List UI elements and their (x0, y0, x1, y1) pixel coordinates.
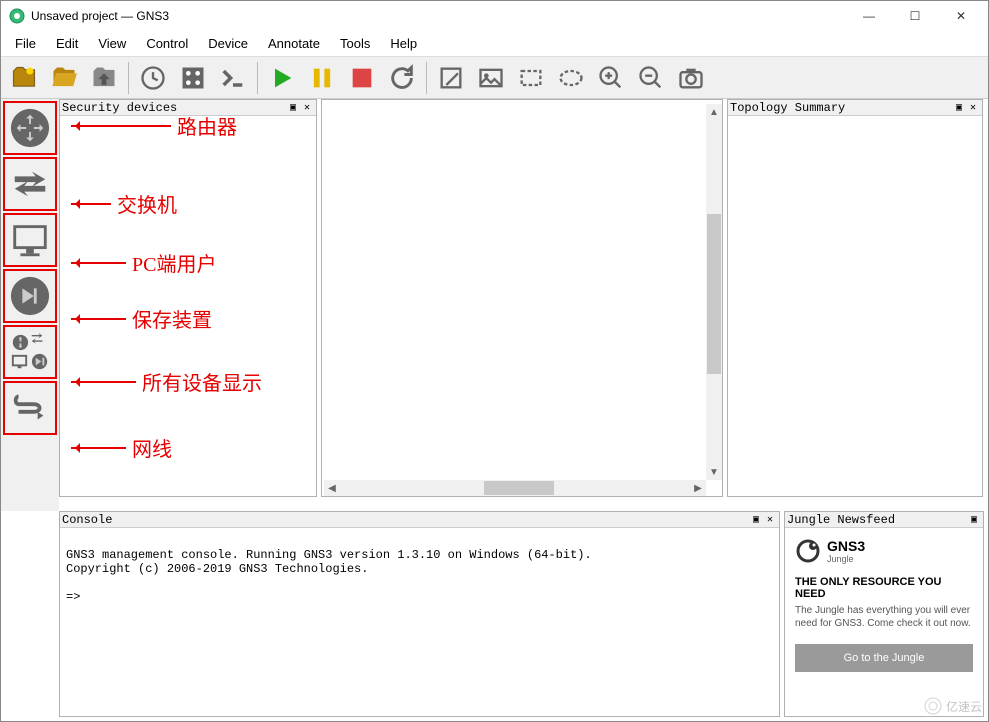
security-panel-title: Security devices (62, 101, 286, 115)
stop-button[interactable] (343, 59, 381, 97)
titlebar: Unsaved project — GNS3 — ☐ ✕ (1, 1, 988, 31)
zoom-in-button[interactable] (592, 59, 630, 97)
clock-button[interactable] (134, 59, 172, 97)
panel-close-icon[interactable]: ✕ (300, 101, 314, 115)
routers-button[interactable] (3, 101, 57, 155)
console-output[interactable]: GNS3 management console. Running GNS3 ve… (60, 528, 779, 624)
maximize-button[interactable]: ☐ (892, 1, 938, 31)
canvas-panel[interactable]: ▲ ▼ ◀ ▶ (321, 99, 723, 497)
scrollbar-horizontal[interactable]: ◀ ▶ (324, 480, 706, 496)
minimize-button[interactable]: — (846, 1, 892, 31)
newsfeed-panel: Jungle Newsfeed ▣ GNS3 Jungle THE ONLY R… (784, 511, 984, 717)
reload-button[interactable] (383, 59, 421, 97)
window-title: Unsaved project — GNS3 (31, 9, 846, 23)
close-button[interactable]: ✕ (938, 1, 984, 31)
panel-float-icon[interactable]: ▣ (749, 513, 763, 527)
scrollbar-vertical[interactable]: ▲ ▼ (706, 104, 722, 480)
menu-help[interactable]: Help (380, 33, 427, 54)
go-to-jungle-button[interactable]: Go to the Jungle (795, 644, 973, 672)
app-icon (9, 8, 25, 24)
switches-button[interactable] (3, 157, 57, 211)
panel-float-icon[interactable]: ▣ (286, 101, 300, 115)
jungle-logo: GNS3 Jungle (795, 538, 973, 564)
menu-device[interactable]: Device (198, 33, 258, 54)
panel-float-icon[interactable]: ▣ (952, 101, 966, 115)
menu-control[interactable]: Control (136, 33, 198, 54)
security-devices-panel: Security devices ▣ ✕ (59, 99, 317, 497)
menu-annotate[interactable]: Annotate (258, 33, 330, 54)
newsfeed-heading: THE ONLY RESOURCE YOU NEED (795, 576, 973, 600)
device-toolbar (1, 99, 59, 511)
workarea: Security devices ▣ ✕ ▲ ▼ ◀ ▶ Topology Su… (1, 99, 988, 511)
security-devices-button[interactable] (3, 269, 57, 323)
watermark: 亿速云 (924, 697, 982, 715)
panel-float-icon[interactable]: ▣ (967, 513, 981, 527)
topology-summary-panel: Topology Summary ▣ ✕ (727, 99, 983, 497)
toolbar (1, 57, 988, 99)
topology-panel-title: Topology Summary (730, 101, 952, 115)
annotate-note-button[interactable] (432, 59, 470, 97)
console-button[interactable] (214, 59, 252, 97)
new-project-button[interactable] (5, 59, 43, 97)
menu-edit[interactable]: Edit (46, 33, 88, 54)
screenshot-button[interactable] (672, 59, 710, 97)
menu-file[interactable]: File (5, 33, 46, 54)
annotate-image-button[interactable] (472, 59, 510, 97)
save-project-button[interactable] (85, 59, 123, 97)
console-panel: Console ▣ ✕ GNS3 management console. Run… (59, 511, 780, 717)
snapshot-button[interactable] (174, 59, 212, 97)
console-panel-title: Console (62, 513, 749, 527)
newsfeed-text: The Jungle has everything you will ever … (795, 604, 973, 630)
annotate-ellipse-button[interactable] (552, 59, 590, 97)
pause-button[interactable] (303, 59, 341, 97)
newsfeed-panel-title: Jungle Newsfeed (787, 513, 967, 527)
start-button[interactable] (263, 59, 301, 97)
menu-view[interactable]: View (88, 33, 136, 54)
all-devices-button[interactable] (3, 325, 57, 379)
end-devices-button[interactable] (3, 213, 57, 267)
menu-tools[interactable]: Tools (330, 33, 380, 54)
panel-close-icon[interactable]: ✕ (966, 101, 980, 115)
add-link-button[interactable] (3, 381, 57, 435)
panel-close-icon[interactable]: ✕ (763, 513, 777, 527)
menubar: File Edit View Control Device Annotate T… (1, 31, 988, 57)
annotate-rect-button[interactable] (512, 59, 550, 97)
open-project-button[interactable] (45, 59, 83, 97)
zoom-out-button[interactable] (632, 59, 670, 97)
